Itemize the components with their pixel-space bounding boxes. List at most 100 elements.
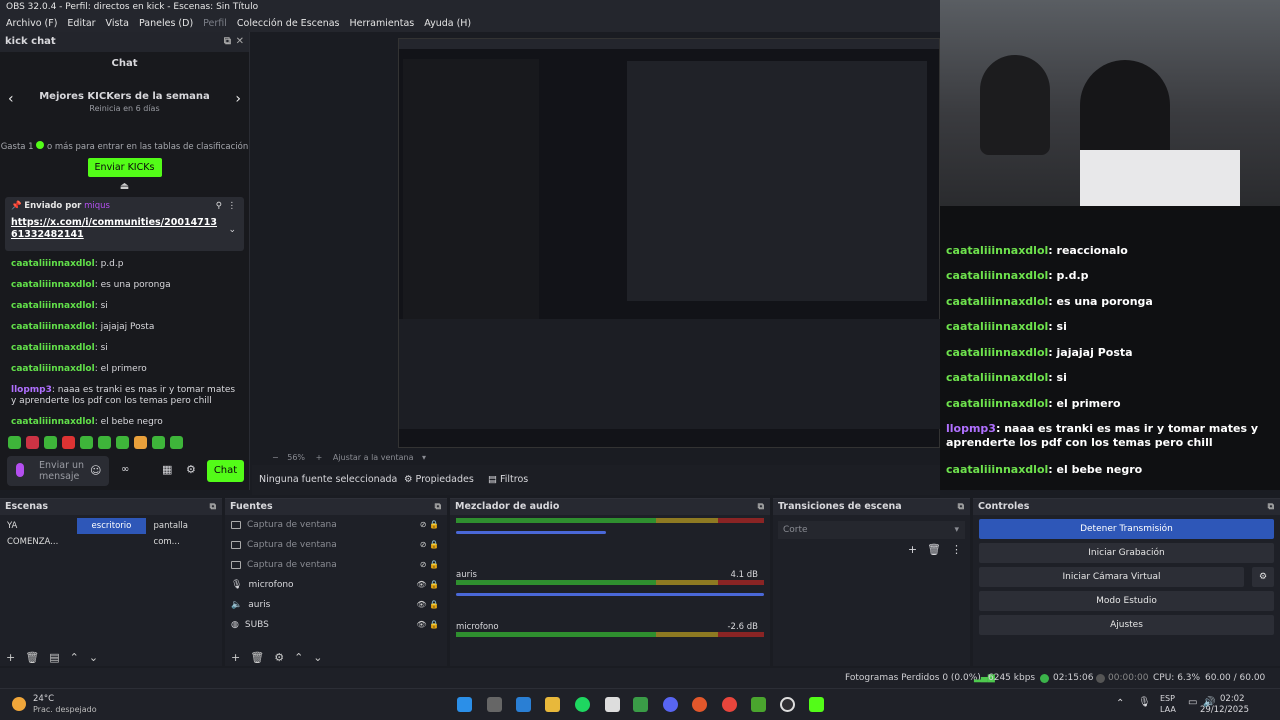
capcut-icon[interactable] bbox=[605, 697, 620, 712]
gear-icon[interactable]: ⚙ bbox=[186, 463, 196, 476]
eye-hidden-lock-icon[interactable]: ⊘ 🔒 bbox=[420, 555, 439, 575]
add-icon[interactable]: + bbox=[231, 651, 240, 664]
pin-toggle-icon[interactable]: ⚲ bbox=[216, 201, 222, 211]
trash-icon[interactable]: 🗑 bbox=[25, 651, 39, 664]
chat-username[interactable]: caataliiinnaxdlol bbox=[11, 417, 95, 427]
chrome-icon[interactable] bbox=[722, 697, 737, 712]
source-item[interactable]: ◍ SUBS 👁 🔒 bbox=[225, 615, 447, 635]
menu-herramientas[interactable]: Herramientas bbox=[350, 15, 415, 32]
emote-icon[interactable] bbox=[80, 436, 93, 449]
chevron-down-icon[interactable]: ⌄ bbox=[89, 651, 98, 664]
chevron-down-icon[interactable]: ⌄ bbox=[228, 225, 236, 235]
menu-perfil[interactable]: Perfil bbox=[203, 15, 227, 32]
float-icon[interactable]: ⧉ bbox=[758, 499, 764, 515]
float-icon[interactable]: ⧉ bbox=[210, 499, 216, 515]
stop-stream-button[interactable]: Detener Transmisión bbox=[979, 519, 1274, 539]
chat-username[interactable]: caataliiinnaxdlol bbox=[11, 259, 95, 269]
eye-lock-icon[interactable]: 👁 🔒 bbox=[416, 595, 439, 615]
gear-icon[interactable]: ⚙ bbox=[274, 651, 284, 664]
eye-lock-icon[interactable]: 👁 🔒 bbox=[416, 615, 439, 635]
source-item[interactable]: Captura de ventana ⊘ 🔒 bbox=[225, 555, 447, 575]
edge-icon[interactable] bbox=[516, 697, 531, 712]
float-icon[interactable]: ⧉ bbox=[958, 499, 964, 515]
properties-button[interactable]: ⚙ Propiedades bbox=[404, 465, 474, 495]
transition-select[interactable]: Corte ▾ bbox=[778, 521, 965, 539]
settings-button[interactable]: Ajustes bbox=[979, 615, 1274, 635]
chevron-up-icon[interactable]: ⌃ bbox=[1116, 698, 1124, 709]
link-icon[interactable]: ∞ bbox=[121, 464, 129, 475]
trash-icon[interactable]: 🗑 bbox=[927, 543, 941, 556]
menu-paneles[interactable]: Paneles (D) bbox=[139, 15, 193, 32]
menu-vista[interactable]: Vista bbox=[106, 15, 129, 32]
more-icon[interactable]: ⋮ bbox=[228, 201, 237, 211]
menu-archivo[interactable]: Archivo (F) bbox=[6, 15, 57, 32]
emote-icon[interactable] bbox=[152, 436, 165, 449]
discord-icon[interactable] bbox=[663, 697, 678, 712]
emote-icon[interactable] bbox=[134, 436, 147, 449]
chevron-right-icon[interactable]: › bbox=[235, 91, 241, 107]
start-virtualcam-button[interactable]: Iniciar Cámara Virtual bbox=[979, 567, 1244, 587]
chat-send-button[interactable]: Chat bbox=[207, 460, 244, 482]
zoom-out-icon[interactable]: − bbox=[272, 453, 279, 462]
eye-hidden-lock-icon[interactable]: ⊘ 🔒 bbox=[420, 535, 439, 555]
chat-username[interactable]: caataliiinnaxdlol bbox=[11, 280, 95, 290]
emote-icon[interactable] bbox=[44, 436, 57, 449]
menu-ayuda[interactable]: Ayuda (H) bbox=[424, 15, 471, 32]
chevron-down-icon[interactable]: ⌄ bbox=[313, 651, 322, 664]
emote-icon[interactable] bbox=[26, 436, 39, 449]
source-item[interactable]: 🎙 microfono 👁 🔒 bbox=[225, 575, 447, 595]
add-icon[interactable]: + bbox=[6, 651, 15, 664]
chevron-left-icon[interactable]: ‹ bbox=[8, 91, 14, 107]
source-item[interactable]: Captura de ventana ⊘ 🔒 bbox=[225, 515, 447, 535]
lang-1[interactable]: ESP bbox=[1160, 694, 1175, 703]
float-icon[interactable]: ⧉ bbox=[435, 499, 441, 515]
media-icon[interactable] bbox=[633, 697, 648, 712]
chat-username[interactable]: caataliiinnaxdlol bbox=[11, 322, 95, 332]
float-icon[interactable]: ⧉ bbox=[224, 32, 231, 52]
menu-coleccion[interactable]: Colección de Escenas bbox=[237, 15, 340, 32]
kick-icon[interactable] bbox=[809, 697, 824, 712]
emote-icon[interactable] bbox=[170, 436, 183, 449]
source-item[interactable]: 🔈 auris 👁 🔒 bbox=[225, 595, 447, 615]
eye-lock-icon[interactable]: 👁 🔒 bbox=[416, 575, 439, 595]
chat-username[interactable]: llopmp3 bbox=[11, 385, 52, 395]
folder-icon[interactable] bbox=[545, 697, 560, 712]
send-kicks-button[interactable]: Enviar KICKs bbox=[87, 158, 162, 177]
chevron-up-icon[interactable]: ⌃ bbox=[70, 651, 79, 664]
close-icon[interactable]: ✕ bbox=[236, 32, 244, 52]
scene-item[interactable]: YA COMENZA... bbox=[2, 518, 74, 547]
nvidia-icon[interactable] bbox=[751, 697, 766, 712]
scene-item[interactable]: escritorio bbox=[77, 518, 146, 534]
filters-button[interactable]: ▤ Filtros bbox=[488, 465, 528, 495]
float-icon[interactable]: ⧉ bbox=[1268, 499, 1274, 515]
emoji-icon[interactable]: ☺ bbox=[90, 464, 101, 477]
fit-window[interactable]: Ajustar a la ventana bbox=[333, 453, 414, 462]
windows-start-icon[interactable] bbox=[457, 697, 472, 712]
eye-hidden-lock-icon[interactable]: ⊘ 🔒 bbox=[420, 515, 439, 535]
spotify-icon[interactable] bbox=[575, 697, 590, 712]
app-icon[interactable] bbox=[692, 697, 707, 712]
trash-icon[interactable]: 🗑 bbox=[250, 651, 264, 664]
emote-icon[interactable] bbox=[98, 436, 111, 449]
chat-username[interactable]: caataliiinnaxdlol bbox=[11, 364, 95, 374]
more-icon[interactable]: ⋮ bbox=[951, 543, 962, 556]
chat-username[interactable]: caataliiinnaxdlol bbox=[11, 343, 95, 353]
store-icon[interactable]: ▦ bbox=[162, 463, 172, 476]
volume-slider[interactable] bbox=[456, 531, 606, 534]
mic-icon[interactable]: 🎙 bbox=[1138, 697, 1151, 708]
emote-icon[interactable] bbox=[116, 436, 129, 449]
zoom-in-icon[interactable]: + bbox=[316, 453, 323, 462]
source-item[interactable]: Captura de ventana ⊘ 🔒 bbox=[225, 535, 447, 555]
emote-icon[interactable] bbox=[62, 436, 75, 449]
pinned-link[interactable]: https://x.com/i/communities/200147136133… bbox=[11, 217, 221, 241]
clock-time[interactable]: 02:02 bbox=[1220, 694, 1245, 704]
network-icon[interactable]: ▭ bbox=[1188, 697, 1197, 708]
chat-username[interactable]: caataliiinnaxdlol bbox=[11, 301, 95, 311]
volume-slider[interactable] bbox=[456, 593, 764, 596]
chevron-up-icon[interactable]: ⌃ bbox=[294, 651, 303, 664]
add-icon[interactable]: + bbox=[908, 543, 917, 556]
emote-icon[interactable] bbox=[8, 436, 21, 449]
task-view-icon[interactable] bbox=[487, 697, 502, 712]
filter-icon[interactable]: ▤ bbox=[49, 651, 59, 664]
start-recording-button[interactable]: Iniciar Grabación bbox=[979, 543, 1274, 563]
